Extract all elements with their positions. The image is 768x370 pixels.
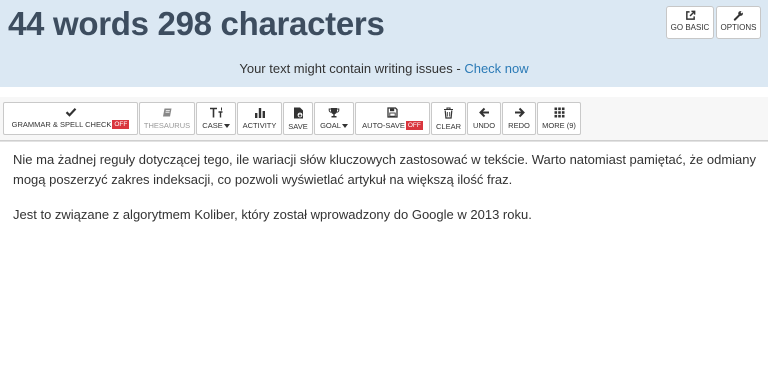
redo-button[interactable]: REDO [502, 102, 536, 135]
bar-chart-icon [254, 107, 266, 118]
auto-save-off-badge: OFF [405, 121, 423, 130]
activity-label: ACTIVITY [242, 121, 277, 130]
save-label: SAVE [288, 122, 308, 131]
trash-icon [443, 107, 454, 119]
writing-issues-notice: Your text might contain writing issues -… [0, 61, 768, 76]
go-basic-label: GO BASIC [670, 23, 710, 32]
redo-label: REDO [508, 121, 530, 130]
goal-button[interactable]: GOAL [314, 102, 354, 135]
options-label: OPTIONS [720, 23, 757, 32]
floppy-icon [387, 107, 398, 118]
book-icon [162, 107, 173, 118]
clear-button[interactable]: CLEAR [431, 102, 466, 135]
arrow-right-icon [514, 107, 525, 118]
check-now-link[interactable]: Check now [464, 61, 528, 76]
grammar-label: GRAMMAR & SPELL CHECK [11, 120, 112, 129]
auto-save-label: AUTO-SAVE [362, 121, 405, 130]
editor-paragraph-2: Jest to związane z algorytmem Koliber, k… [13, 207, 532, 222]
thesaurus-label: THESAURUS [143, 121, 191, 130]
grammar-spell-check-button[interactable]: GRAMMAR & SPELL CHECK OFF [3, 102, 138, 135]
text-case-icon [209, 107, 224, 118]
undo-label: UNDO [472, 121, 496, 130]
go-basic-button[interactable]: GO BASIC [666, 6, 714, 39]
trophy-icon [328, 107, 340, 118]
chevron-down-icon [341, 123, 348, 128]
options-button[interactable]: OPTIONS [716, 6, 761, 39]
grammar-off-badge: OFF [112, 120, 130, 129]
word-character-counter: 44 words 298 characters [8, 5, 385, 42]
check-icon [65, 107, 77, 117]
goal-label: GOAL [320, 121, 341, 130]
activity-button[interactable]: ACTIVITY [237, 102, 282, 135]
save-button[interactable]: SAVE [283, 102, 313, 135]
more-button[interactable]: MORE (9) [537, 102, 581, 135]
wrench-icon [733, 10, 744, 21]
chevron-down-icon [223, 123, 230, 128]
save-file-icon [293, 107, 304, 119]
undo-button[interactable]: UNDO [467, 102, 501, 135]
issues-text: Your text might contain writing issues - [239, 61, 465, 76]
more-label: MORE (9) [542, 121, 576, 130]
arrow-left-icon [478, 107, 490, 118]
case-button[interactable]: CASE [196, 102, 236, 135]
auto-save-button[interactable]: AUTO-SAVE OFF [355, 102, 430, 135]
case-label: CASE [202, 121, 223, 130]
header-bar: 44 words 298 characters GO BASIC OPTIONS… [0, 0, 768, 87]
clear-label: CLEAR [435, 122, 461, 131]
grid-icon [554, 107, 565, 118]
text-editor[interactable]: Nie ma żadnej reguły dotyczącej tego, il… [0, 141, 768, 370]
editor-paragraph-1: Nie ma żadnej reguły dotyczącej tego, il… [13, 152, 756, 187]
external-link-icon [685, 10, 696, 21]
thesaurus-button[interactable]: THESAURUS [139, 102, 195, 135]
